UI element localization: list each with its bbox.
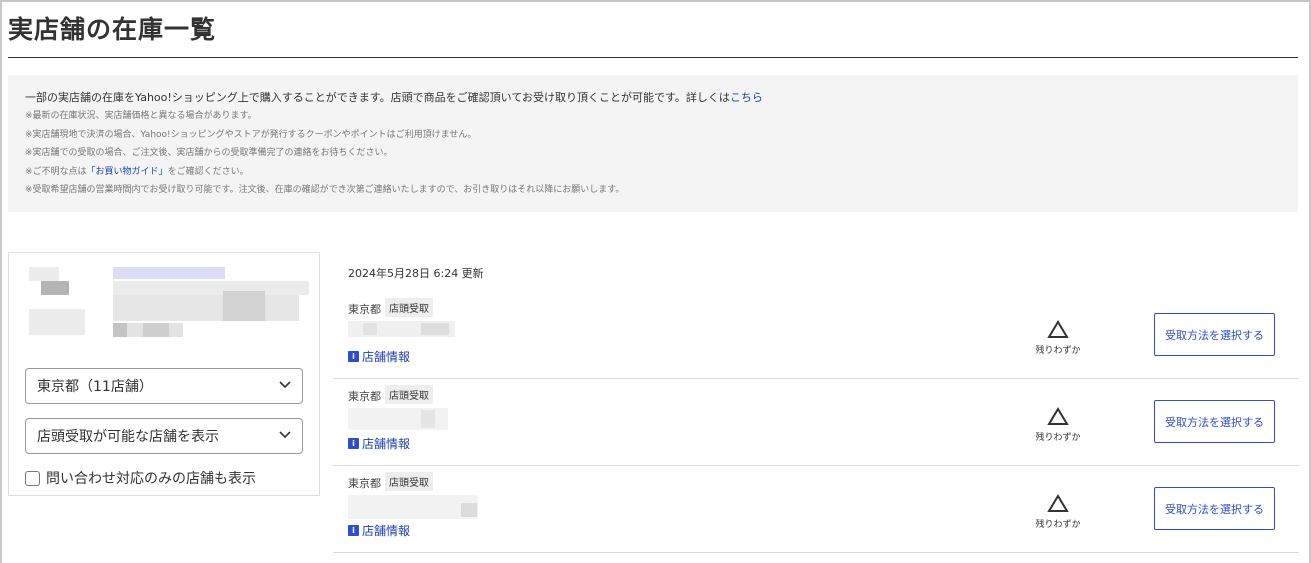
notice-note: ※実店舗現地で決済の場合、Yahoo!ショッピングやストアが発行するクーポンやポ… [25,129,477,140]
pickup-filter-select[interactable]: 店頭受取が可能な店舗を表示 [25,418,303,454]
inquiry-only-checkbox[interactable] [25,470,40,486]
info-square-icon: i [348,438,359,449]
store-info-label: 店舗情報 [362,437,411,451]
page-title: 実店舗の在庫一覧 [8,15,217,44]
details-link[interactable]: こちら [730,91,763,104]
triangle-outline-icon [1047,494,1069,512]
notice-main-text: 一部の実店舗の在庫をYahoo!ショッピング上で購入することができます。店頭で商… [25,91,730,104]
store-row: 東京都 店頭受取 i 店舗情報 残りわずか 受取方法を選択する [333,472,1299,553]
store-info-link[interactable]: i 店舗情報 [348,435,410,452]
updated-timestamp: 2024年5月28日 6:24 更新 [348,267,484,280]
title-divider [8,57,1298,58]
store-prefecture: 東京都 [348,390,381,403]
select-pickup-method-button[interactable]: 受取方法を選択する [1154,487,1275,530]
store-info-link[interactable]: i 店舗情報 [348,348,410,365]
notice-main: 一部の実店舗の在庫をYahoo!ショッピング上で購入することができます。店頭で商… [25,90,1281,106]
prefecture-select[interactable]: 東京都（11店舗） [25,368,303,404]
stock-label: 残りわずか [1035,346,1081,356]
shopping-guide-link[interactable]: 「お買い物ガイド」 [87,167,168,177]
inquiry-only-label: 問い合わせ対応のみの店舗も表示 [46,471,256,487]
store-info-label: 店舗情報 [362,350,411,364]
filter-panel: 東京都（11店舗） 店頭受取が可能な店舗を表示 問い合わせ対応のみの店舗も表示 [8,252,320,496]
notice-note: ※最新の在庫状況、実店舗価格と異なる場合があります。 [25,111,257,121]
guide-prefix: ※ご不明な点は [25,166,87,177]
select-pickup-method-button[interactable]: 受取方法を選択する [1154,400,1275,443]
store-prefecture: 東京都 [348,303,381,316]
notice-note: ※実店舗での受取の場合、ご注文後、実店舗からの受取準備完了の連絡をお待ちください… [25,148,393,158]
notice-note-guide: ※ご不明な点は「お買い物ガイド」をご確認ください。 [25,163,1281,182]
info-square-icon: i [348,525,359,536]
pickup-tag: 店頭受取 [385,385,433,404]
stock-status: 残りわずか [1028,494,1088,530]
store-info-label: 店舗情報 [362,524,411,538]
pickup-tag: 店頭受取 [385,298,433,317]
pickup-tag: 店頭受取 [385,472,433,491]
chevron-down-icon [279,381,291,389]
guide-suffix: をご確認ください。 [167,166,249,177]
store-row: 東京都 店頭受取 i 店舗情報 残りわずか 受取方法を選択する [333,298,1299,379]
info-square-icon: i [348,351,359,362]
prefecture-select-value: 東京都（11店舗） [37,379,153,395]
stock-status: 残りわずか [1028,407,1088,443]
store-prefecture: 東京都 [348,477,381,490]
pickup-select-value: 店頭受取が可能な店舗を表示 [37,429,219,445]
inquiry-only-checkbox-row[interactable]: 問い合わせ対応のみの店舗も表示 [25,468,256,488]
notice-note: ※受取希望店舗の営業時間内でお受け取り可能です。注文後、在庫の確認ができ次第ご連… [25,185,625,195]
chevron-down-icon [279,431,291,439]
stock-status: 残りわずか [1028,320,1088,356]
triangle-outline-icon [1047,320,1069,338]
store-info-link[interactable]: i 店舗情報 [348,522,410,539]
store-row: 東京都 店頭受取 i 店舗情報 残りわずか 受取方法を選択する [333,385,1299,466]
notice-box: 一部の実店舗の在庫をYahoo!ショッピング上で購入することができます。店頭で商… [8,75,1298,212]
triangle-outline-icon [1047,407,1069,425]
select-pickup-method-button[interactable]: 受取方法を選択する [1154,313,1275,356]
stock-label: 残りわずか [1035,520,1081,530]
stock-label: 残りわずか [1035,433,1081,443]
